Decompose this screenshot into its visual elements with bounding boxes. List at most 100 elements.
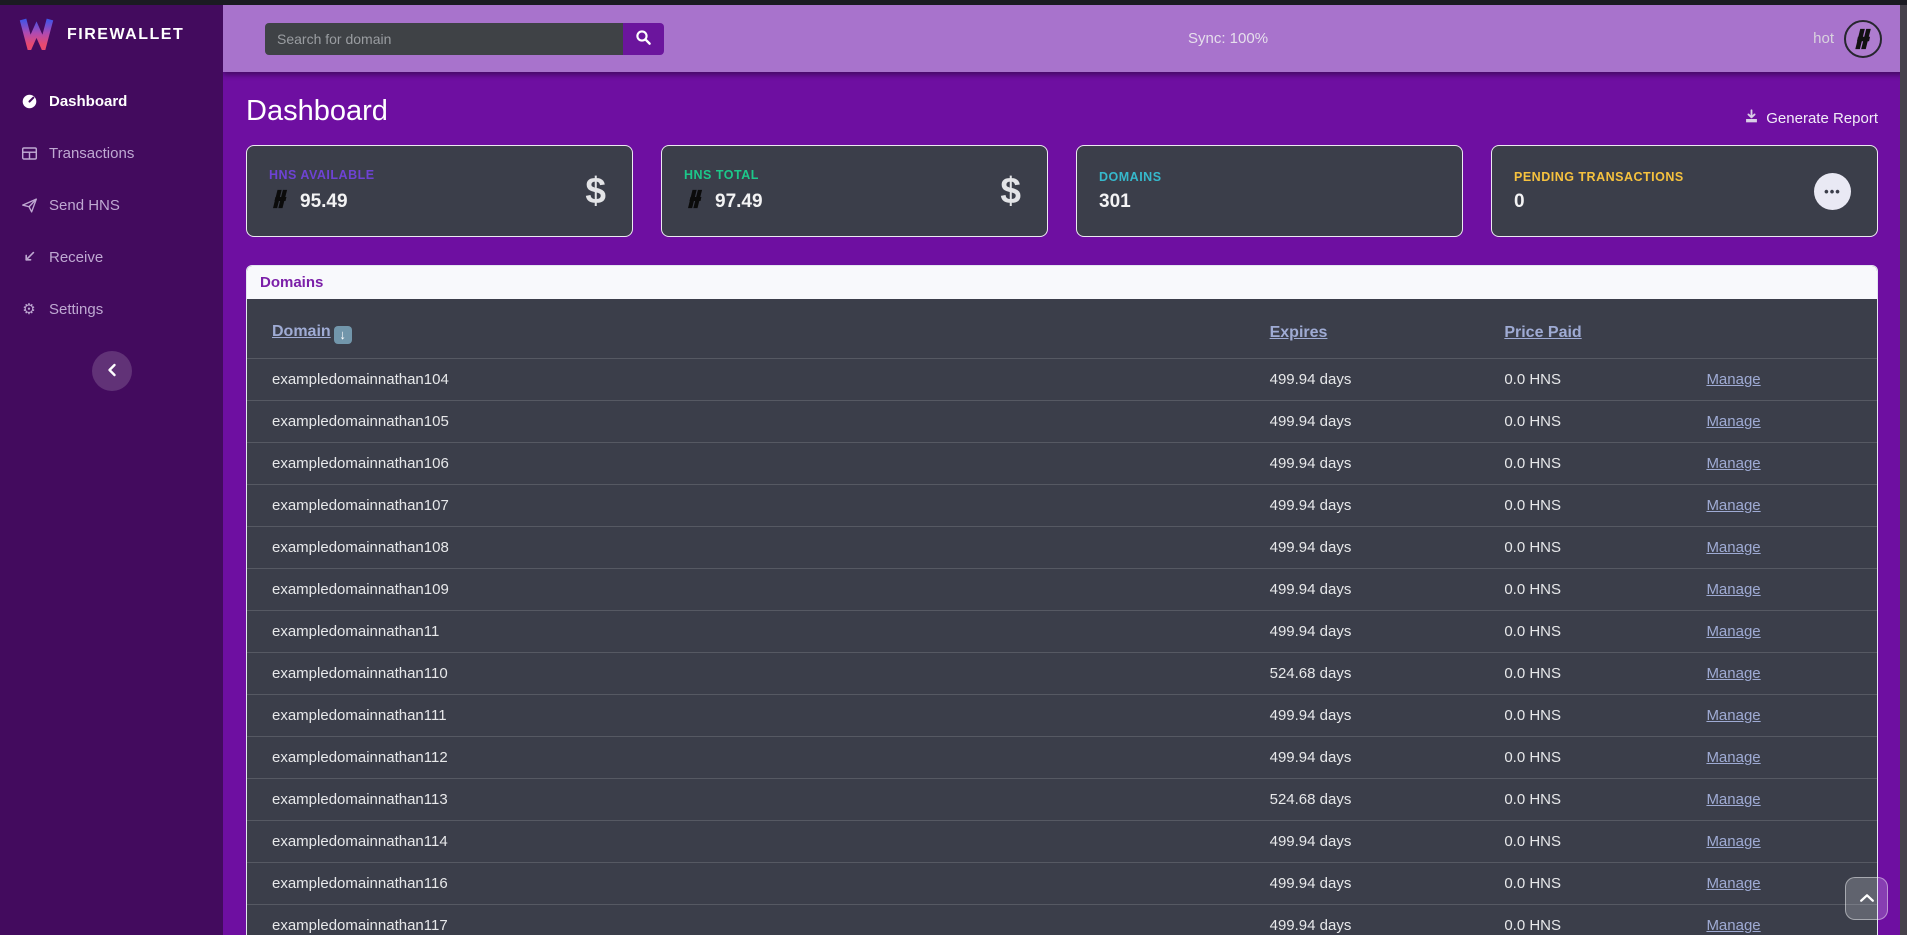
hns-logo-icon [684,189,706,214]
domain-name-cell: exampledomainnathan104 [247,358,1258,400]
stat-cards: HNS AVAILABLE 95.49 $ HNS TOTAL [246,145,1878,237]
stat-card-pending-transactions: PENDING TRANSACTIONS 0 ••• [1491,145,1878,237]
expires-cell: 499.94 days [1258,610,1493,652]
expires-cell: 499.94 days [1258,904,1493,935]
manage-link[interactable]: Manage [1706,413,1760,430]
ellipsis-icon: ••• [1814,173,1851,210]
sidebar: FIREWALLET Dashboard Transactions [0,5,223,935]
sort-descending-icon[interactable]: ↓ [334,326,352,344]
expires-cell: 499.94 days [1258,358,1493,400]
column-header-domain: Domain↓ [247,299,1258,358]
manage-link[interactable]: Manage [1706,917,1760,934]
topbar: Sync: 100% hot [223,5,1907,72]
expires-cell: 499.94 days [1258,400,1493,442]
main-content: Dashboard Generate Report HNS AVAILABLE [223,0,1907,935]
wallet-indicator: hot [1813,20,1882,58]
manage-cell: Manage [1694,820,1877,862]
sort-by-price-link[interactable]: Price Paid [1504,324,1581,341]
hns-logo-icon [269,189,291,214]
search-icon [635,29,652,49]
column-header-manage [1694,299,1877,358]
manage-cell: Manage [1694,400,1877,442]
wallet-name: hot [1813,30,1834,47]
price-paid-cell: 0.0 HNS [1492,820,1694,862]
manage-link[interactable]: Manage [1706,665,1760,682]
domain-name-cell: exampledomainnathan110 [247,652,1258,694]
sidebar-item-transactions[interactable]: Transactions [0,127,223,179]
chevron-left-icon [106,363,118,380]
expires-cell: 499.94 days [1258,694,1493,736]
search-button[interactable] [623,23,664,55]
hns-logo-icon[interactable] [1844,20,1882,58]
manage-cell: Manage [1694,778,1877,820]
domains-table: Domain↓ Expires Price Paid exampledomain… [247,299,1877,935]
expires-cell: 499.94 days [1258,442,1493,484]
domains-panel-title: Domains [247,266,1877,299]
sidebar-item-settings[interactable]: ⚙ Settings [0,283,223,335]
manage-link[interactable]: Manage [1706,581,1760,598]
manage-cell: Manage [1694,526,1877,568]
manage-link[interactable]: Manage [1706,455,1760,472]
price-paid-cell: 0.0 HNS [1492,400,1694,442]
domain-name-cell: exampledomainnathan106 [247,442,1258,484]
domain-row: exampledomainnathan104499.94 days0.0 HNS… [247,358,1877,400]
manage-link[interactable]: Manage [1706,791,1760,808]
domain-name-cell: exampledomainnathan107 [247,484,1258,526]
domain-row: exampledomainnathan117499.94 days0.0 HNS… [247,904,1877,935]
manage-cell: Manage [1694,358,1877,400]
sidebar-item-label: Settings [49,301,103,318]
manage-link[interactable]: Manage [1706,623,1760,640]
sidebar-item-receive[interactable]: Receive [0,231,223,283]
domains-panel: Domains Domain↓ Expires Price Paid [246,265,1878,935]
sort-by-domain-link[interactable]: Domain [272,323,331,340]
price-paid-cell: 0.0 HNS [1492,610,1694,652]
price-paid-cell: 0.0 HNS [1492,484,1694,526]
search-input[interactable] [265,23,623,55]
domain-row: exampledomainnathan108499.94 days0.0 HNS… [247,526,1877,568]
dollar-icon: $ [1000,170,1021,212]
domain-name-cell: exampledomainnathan112 [247,736,1258,778]
expires-cell: 499.94 days [1258,484,1493,526]
sidebar-item-label: Transactions [49,145,134,162]
price-paid-cell: 0.0 HNS [1492,568,1694,610]
column-header-expires: Expires [1258,299,1493,358]
domain-name-cell: exampledomainnathan114 [247,820,1258,862]
sync-status: Sync: 100% [1188,30,1268,47]
manage-link[interactable]: Manage [1706,497,1760,514]
stat-card-value: 95.49 [300,191,348,213]
manage-cell: Manage [1694,568,1877,610]
domain-row: exampledomainnathan109499.94 days0.0 HNS… [247,568,1877,610]
manage-link[interactable]: Manage [1706,875,1760,892]
domain-search [265,23,664,55]
stat-card-value: 301 [1099,191,1131,213]
manage-link[interactable]: Manage [1706,539,1760,556]
stat-card-value: 97.49 [715,191,763,213]
sidebar-item-dashboard[interactable]: Dashboard [0,75,223,127]
expires-cell: 499.94 days [1258,820,1493,862]
manage-cell: Manage [1694,484,1877,526]
scroll-to-top-button[interactable] [1845,877,1888,920]
scrollbar[interactable] [1900,0,1907,935]
domain-row: exampledomainnathan113524.68 days0.0 HNS… [247,778,1877,820]
domain-name-cell: exampledomainnathan117 [247,904,1258,935]
brand[interactable]: FIREWALLET [0,5,223,63]
price-paid-cell: 0.0 HNS [1492,904,1694,935]
domain-name-cell: exampledomainnathan109 [247,568,1258,610]
firewallet-logo-icon [18,16,55,55]
sort-by-expires-link[interactable]: Expires [1270,324,1328,341]
manage-link[interactable]: Manage [1706,371,1760,388]
generate-report-button[interactable]: Generate Report [1744,109,1878,128]
expires-cell: 524.68 days [1258,778,1493,820]
manage-cell: Manage [1694,442,1877,484]
manage-link[interactable]: Manage [1706,749,1760,766]
manage-link[interactable]: Manage [1706,707,1760,724]
chevron-up-icon [1859,891,1875,906]
sidebar-item-send-hns[interactable]: Send HNS [0,179,223,231]
domain-name-cell: exampledomainnathan111 [247,694,1258,736]
stat-card-title: HNS AVAILABLE [269,168,375,182]
sidebar-nav: Dashboard Transactions Send HNS [0,75,223,335]
sidebar-collapse-button[interactable] [92,351,132,391]
stat-card-value: 0 [1514,191,1525,213]
manage-link[interactable]: Manage [1706,833,1760,850]
domain-row: exampledomainnathan112499.94 days0.0 HNS… [247,736,1877,778]
